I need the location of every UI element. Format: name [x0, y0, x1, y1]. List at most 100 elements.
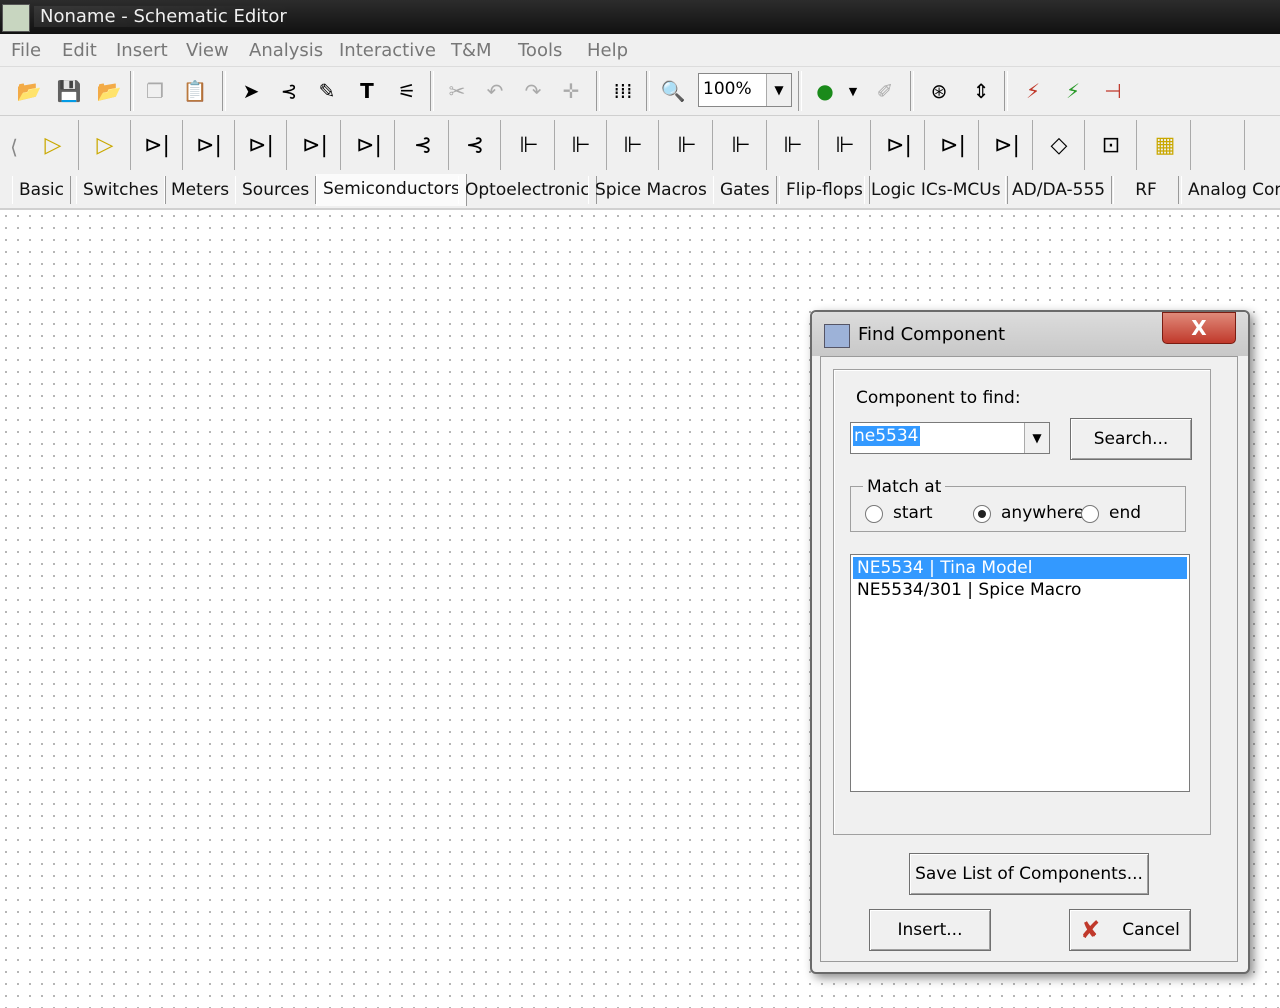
pnp-transistor-icon[interactable]: ⊰	[450, 120, 501, 170]
menu-file[interactable]: File	[11, 40, 41, 61]
igbt-icon[interactable]: ⊩	[768, 120, 819, 170]
zener-diode-icon[interactable]: ⊳|	[184, 120, 235, 170]
meter-probe-icon[interactable]: ⚡	[1054, 71, 1092, 111]
diode-icon[interactable]: ⊳|	[132, 120, 183, 170]
search-button[interactable]: Search...	[1070, 418, 1192, 460]
pin-icon[interactable]: ⊣	[1094, 71, 1132, 111]
zoom-icon[interactable]: 🔍	[654, 71, 692, 111]
jfet-n-icon[interactable]: ⊩	[504, 120, 555, 170]
bridge-rectifier-icon[interactable]: ◇	[1034, 120, 1085, 170]
component-tabs: Basic Switches Meters Sources Semiconduc…	[0, 174, 1280, 210]
npn-transistor-icon[interactable]: ⊰	[398, 120, 449, 170]
menu-tm[interactable]: T&M	[451, 40, 492, 61]
menu-view[interactable]: View	[186, 40, 229, 61]
ujt-icon[interactable]: ⊩	[820, 120, 871, 170]
wire-icon[interactable]: ⊰	[270, 71, 308, 111]
tab-flip-flops[interactable]: Flip-flops	[779, 176, 870, 204]
zoom-value: 100%	[703, 79, 752, 99]
tab-switches[interactable]: Switches	[76, 176, 166, 204]
menu-interactive[interactable]: Interactive	[339, 40, 436, 61]
cut-icon[interactable]: ✂	[438, 71, 476, 111]
tab-optoelectronic[interactable]: Optoelectronic	[458, 176, 597, 204]
radio-start[interactable]	[865, 505, 883, 523]
component-search-input[interactable]: ne5534 ▼	[850, 422, 1050, 454]
tab-analog-con[interactable]: Analog Con	[1181, 176, 1280, 204]
mosfet-depletion-icon[interactable]: ⊩	[716, 120, 767, 170]
tab-rf[interactable]: RF	[1113, 176, 1179, 204]
tab-basic[interactable]: Basic	[12, 176, 72, 204]
search-group: Component to find: ne5534 ▼ Search... Ma…	[833, 369, 1211, 835]
menu-analysis[interactable]: Analysis	[249, 40, 323, 61]
list-item[interactable]: NE5534 | Tina Model	[853, 557, 1187, 579]
chevron-down-icon[interactable]: ▼	[842, 71, 864, 111]
empty-slot[interactable]	[1194, 120, 1245, 170]
pencil-icon[interactable]: ✎	[308, 71, 346, 111]
radio-anywhere-label[interactable]: anywhere	[1001, 503, 1084, 523]
app-icon[interactable]	[2, 4, 30, 32]
find-component-icon	[824, 324, 850, 348]
scroll-left-icon[interactable]: ⟨	[4, 124, 24, 170]
photodiode-icon[interactable]: ⊳|	[874, 120, 925, 170]
tab-sources[interactable]: Sources	[235, 176, 317, 204]
chevron-down-icon[interactable]: ▼	[766, 74, 791, 106]
mosfet-p-icon[interactable]: ⊩	[662, 120, 713, 170]
tab-meters[interactable]: Meters	[164, 176, 237, 204]
dc-analysis-icon[interactable]: ●	[806, 71, 844, 111]
component-to-find-label: Component to find:	[856, 388, 1021, 408]
open-folder-icon[interactable]: 📂	[10, 71, 48, 111]
copy-icon[interactable]: ❐	[136, 71, 174, 111]
opamp-icon[interactable]: ▷	[28, 120, 79, 170]
tab-gates[interactable]: Gates	[713, 176, 777, 204]
save-icon[interactable]: 💾	[50, 71, 88, 111]
schottky-diode-icon[interactable]: ⊳|	[344, 120, 395, 170]
paste-icon[interactable]: 📋	[176, 71, 214, 111]
zoom-select[interactable]: 100% ▼	[698, 73, 792, 107]
ic-chip-icon[interactable]: ▦	[1140, 120, 1191, 170]
save-list-button[interactable]: Save List of Components...	[909, 853, 1149, 895]
radio-end[interactable]	[1081, 505, 1099, 523]
tab-logic-ics-mcus[interactable]: Logic ICs-MCUs	[864, 176, 1008, 204]
component-tool-icon[interactable]: ⚡	[1014, 71, 1052, 111]
toolbar-separator	[910, 71, 914, 111]
dialog-title-bar: Find Component X	[812, 312, 1248, 356]
cancel-button[interactable]: ✘ Cancel	[1069, 909, 1191, 951]
tab-spice-macros[interactable]: Spice Macros	[588, 176, 714, 204]
radio-end-label[interactable]: end	[1109, 503, 1141, 523]
undo-icon[interactable]: ↶	[476, 71, 514, 111]
opamp-ideal-icon[interactable]: ▷	[80, 120, 131, 170]
menu-tools[interactable]: Tools	[518, 40, 562, 61]
list-item[interactable]: NE5534/301 | Spice Macro	[853, 579, 1187, 601]
mosfet-n-icon[interactable]: ⊩	[608, 120, 659, 170]
resistor-value-icon[interactable]: ⇕	[962, 71, 1000, 111]
tab-semiconductors[interactable]: Semiconductors	[316, 174, 467, 206]
match-at-legend: Match at	[863, 477, 946, 497]
menu-help[interactable]: Help	[587, 40, 628, 61]
diode-box-icon[interactable]: ⊡	[1086, 120, 1137, 170]
menu-edit[interactable]: Edit	[62, 40, 97, 61]
jfet-p-icon[interactable]: ⊩	[556, 120, 607, 170]
open-recent-icon[interactable]: 📂	[90, 71, 128, 111]
results-list[interactable]: NE5534 | Tina Model NE5534/301 | Spice M…	[850, 554, 1190, 792]
probe-icon[interactable]: ✐	[866, 71, 904, 111]
toolbar-separator	[1004, 71, 1008, 111]
thyristor-icon[interactable]: ⊳|	[928, 120, 979, 170]
radio-anywhere[interactable]	[973, 505, 991, 523]
toolbar-separator	[646, 71, 650, 111]
junction-icon[interactable]: ✛	[552, 71, 590, 111]
menu-bar: File Edit Insert View Analysis Interacti…	[0, 34, 1280, 67]
radio-start-label[interactable]: start	[893, 503, 933, 523]
voltmeter-icon[interactable]: ⊛	[920, 71, 958, 111]
grid-icon[interactable]: ⁞⁞⁞	[604, 71, 642, 111]
triac-icon[interactable]: ⊳|	[982, 120, 1033, 170]
text-icon[interactable]: T	[348, 71, 386, 111]
led-diode-icon[interactable]: ⊳|	[236, 120, 287, 170]
chevron-down-icon[interactable]: ▼	[1024, 423, 1049, 453]
select-arrow-icon[interactable]: ➤	[232, 71, 270, 111]
redo-icon[interactable]: ↷	[514, 71, 552, 111]
close-button[interactable]: X	[1162, 312, 1236, 344]
tab-ad-da-555[interactable]: AD/DA-555	[1005, 176, 1113, 204]
drawing-tool-icon[interactable]: ⚟	[388, 71, 426, 111]
diac-icon[interactable]: ⊳|	[290, 120, 341, 170]
insert-button[interactable]: Insert...	[869, 909, 991, 951]
menu-insert[interactable]: Insert	[116, 40, 168, 61]
